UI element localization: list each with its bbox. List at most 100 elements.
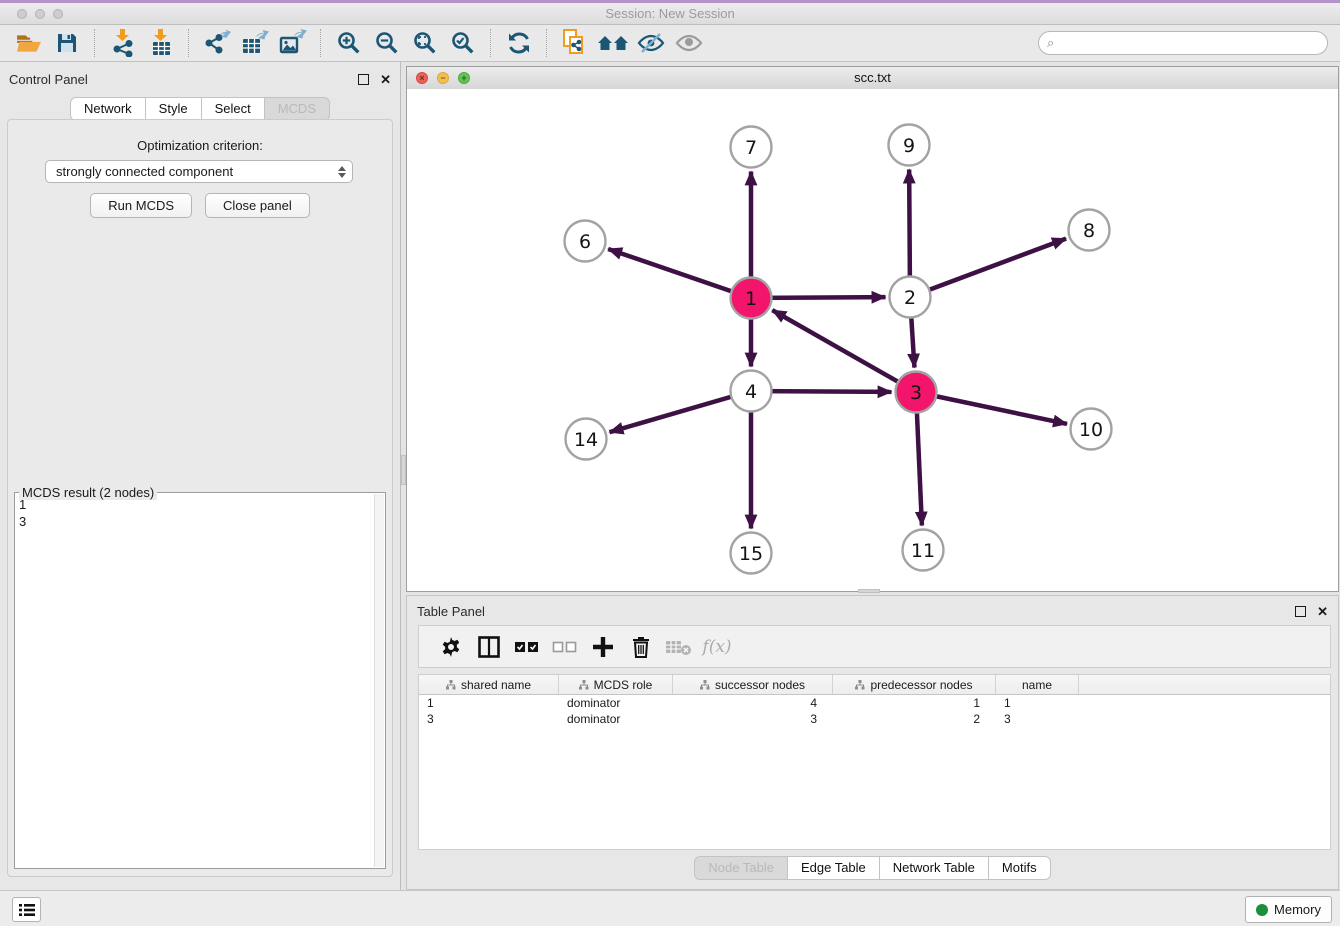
graph-node-7[interactable]: 7: [731, 127, 772, 168]
table-tab-motifs[interactable]: Motifs: [989, 856, 1051, 880]
table-panel-tabs: Node TableEdge TableNetwork TableMotifs: [407, 856, 1338, 880]
node-table: shared nameMCDS rolesuccessor nodesprede…: [418, 674, 1331, 850]
zoom-selected-icon[interactable]: [447, 28, 479, 58]
graph-edge-2-8[interactable]: [910, 239, 1066, 297]
search-input[interactable]: [1058, 35, 1319, 51]
table-cell[interactable]: 1: [419, 695, 559, 711]
svg-text:11: 11: [911, 540, 935, 562]
graph-node-9[interactable]: 9: [889, 125, 930, 166]
column-header-shared-name[interactable]: shared name: [419, 675, 559, 694]
float-panel-icon[interactable]: [358, 74, 369, 85]
horizontal-splitter-handle[interactable]: [858, 589, 880, 593]
column-header-predecessor-nodes[interactable]: predecessor nodes: [833, 675, 996, 694]
session-search[interactable]: ⌕: [1038, 31, 1328, 55]
graph-node-2[interactable]: 2: [890, 277, 931, 318]
export-table-icon[interactable]: [239, 28, 271, 58]
import-table-icon[interactable]: [145, 28, 177, 58]
table-cell[interactable]: 3: [673, 711, 833, 727]
svg-text:6: 6: [579, 231, 591, 253]
svg-text:15: 15: [739, 543, 763, 565]
table-options-gear-icon[interactable]: [432, 632, 470, 662]
graph-node-15[interactable]: 15: [731, 533, 772, 574]
table-row[interactable]: 1dominator411: [419, 695, 1330, 711]
mcds-result-scrollbar[interactable]: [374, 494, 384, 867]
float-table-panel-icon[interactable]: [1295, 606, 1306, 617]
mcds-result-text[interactable]: 1 3: [19, 496, 374, 866]
graph-edge-1-6[interactable]: [608, 249, 751, 298]
table-tab-network-table[interactable]: Network Table: [880, 856, 989, 880]
delete-column-trash-icon[interactable]: [622, 632, 660, 662]
column-header-successor-nodes[interactable]: successor nodes: [673, 675, 833, 694]
zoom-in-icon[interactable]: [333, 28, 365, 58]
run-mcds-button[interactable]: Run MCDS: [90, 193, 192, 218]
table-cell[interactable]: 1: [996, 695, 1079, 711]
show-columns-icon[interactable]: [470, 632, 508, 662]
network-window-titlebar[interactable]: × − + scc.txt: [407, 67, 1338, 90]
search-icon: ⌕: [1047, 35, 1054, 51]
control-panel-title: Control Panel: [9, 72, 88, 87]
zoom-out-icon[interactable]: [371, 28, 403, 58]
criterion-select[interactable]: strongly connected component: [45, 160, 353, 183]
network-canvas[interactable]: 7 9 6 8 1 2 4 3 14 10 15 11: [407, 89, 1338, 591]
mcds-result-box: MCDS result (2 nodes) 1 3: [14, 492, 386, 869]
table-tab-node-table[interactable]: Node Table: [694, 856, 788, 880]
close-panel-button[interactable]: Close panel: [205, 193, 310, 218]
svg-text:8: 8: [1083, 220, 1095, 242]
create-column-icon[interactable]: [584, 632, 622, 662]
table-tab-edge-table[interactable]: Edge Table: [788, 856, 880, 880]
graph-node-3[interactable]: 3: [896, 372, 937, 413]
toolbar-separator: [320, 29, 322, 57]
function-builder-icon: f(x): [698, 632, 736, 662]
table-panel: Table Panel ✕ f(x) shared nameMCDS: [406, 595, 1339, 890]
export-image-icon[interactable]: [277, 28, 309, 58]
graph-edge-4-14[interactable]: [610, 391, 751, 432]
graph-node-6[interactable]: 6: [565, 221, 606, 262]
open-session-icon[interactable]: [13, 28, 45, 58]
tab-select[interactable]: Select: [202, 97, 265, 121]
import-network-icon[interactable]: [107, 28, 139, 58]
first-neighbors-icon[interactable]: [597, 28, 629, 58]
new-network-from-selection-icon[interactable]: [559, 28, 591, 58]
graph-edge-3-1[interactable]: [772, 310, 916, 392]
graph-edge-3-10[interactable]: [916, 392, 1067, 424]
save-session-icon[interactable]: [51, 28, 83, 58]
graph-node-11[interactable]: 11: [903, 530, 944, 571]
column-header-name[interactable]: name: [996, 675, 1079, 694]
table-cell[interactable]: dominator: [559, 695, 673, 711]
table-header-row: shared nameMCDS rolesuccessor nodesprede…: [419, 675, 1330, 695]
window-titlebar: Session: New Session: [0, 3, 1340, 25]
graph-node-14[interactable]: 14: [566, 419, 607, 460]
graph-node-4[interactable]: 4: [731, 371, 772, 412]
table-cell[interactable]: 3: [996, 711, 1079, 727]
table-cell[interactable]: 2: [833, 711, 996, 727]
table-cell[interactable]: 1: [833, 695, 996, 711]
show-all-icon[interactable]: [673, 28, 705, 58]
column-header-MCDS-role[interactable]: MCDS role: [559, 675, 673, 694]
graph-node-1[interactable]: 1: [731, 278, 772, 319]
table-row[interactable]: 3dominator323: [419, 711, 1330, 727]
mcds-panel: Optimization criterion: strongly connect…: [7, 119, 393, 877]
graph-node-8[interactable]: 8: [1069, 210, 1110, 251]
table-cell[interactable]: 4: [673, 695, 833, 711]
deselect-all-rows-icon[interactable]: [546, 632, 584, 662]
graph-node-10[interactable]: 10: [1071, 409, 1112, 450]
svg-text:9: 9: [903, 135, 915, 157]
select-all-rows-icon[interactable]: [508, 632, 546, 662]
memory-button[interactable]: Memory: [1245, 896, 1332, 923]
tab-style[interactable]: Style: [146, 97, 202, 121]
tab-mcds[interactable]: MCDS: [265, 97, 330, 121]
vertical-splitter-handle[interactable]: [401, 455, 406, 485]
memory-label: Memory: [1274, 902, 1321, 917]
table-cell[interactable]: dominator: [559, 711, 673, 727]
zoom-fit-icon[interactable]: [409, 28, 441, 58]
close-table-panel-icon[interactable]: ✕: [1317, 605, 1328, 618]
close-panel-icon[interactable]: ✕: [380, 73, 391, 86]
optimization-criterion-label: Optimization criterion:: [8, 138, 392, 153]
toolbar-separator: [490, 29, 492, 57]
task-history-button[interactable]: [12, 897, 41, 922]
table-cell[interactable]: 3: [419, 711, 559, 727]
export-network-icon[interactable]: [201, 28, 233, 58]
hide-selected-icon[interactable]: [635, 28, 667, 58]
apply-layout-icon[interactable]: [503, 28, 535, 58]
tab-network[interactable]: Network: [70, 97, 146, 121]
